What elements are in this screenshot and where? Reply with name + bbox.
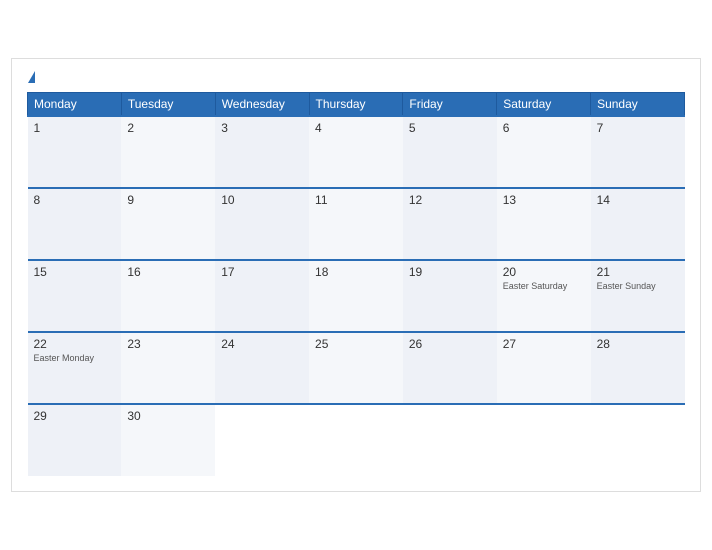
week-row-5: 29 30 bbox=[28, 404, 685, 476]
week-row-1: 1234567 bbox=[28, 116, 685, 188]
day-number: 26 bbox=[409, 337, 491, 351]
calendar-cell: 30 bbox=[121, 404, 215, 476]
day-number: 21 bbox=[597, 265, 679, 279]
day-number: 3 bbox=[221, 121, 303, 135]
calendar-cell: 21 Easter Sunday bbox=[591, 260, 685, 332]
calendar-cell: 8 bbox=[28, 188, 122, 260]
day-number: 8 bbox=[34, 193, 116, 207]
calendar-cell: 5 bbox=[403, 116, 497, 188]
logo-triangle-icon bbox=[28, 71, 35, 83]
weekday-header-row: MondayTuesdayWednesdayThursdayFridaySatu… bbox=[28, 93, 685, 117]
holiday-name: Easter Sunday bbox=[597, 281, 679, 292]
weekday-saturday: Saturday bbox=[497, 93, 591, 117]
day-number: 27 bbox=[503, 337, 585, 351]
day-number: 20 bbox=[503, 265, 585, 279]
day-number: 15 bbox=[34, 265, 116, 279]
calendar-cell: 6 bbox=[497, 116, 591, 188]
holiday-name: Easter Saturday bbox=[503, 281, 585, 292]
day-number: 16 bbox=[127, 265, 209, 279]
calendar-cell bbox=[403, 404, 497, 476]
day-number: 18 bbox=[315, 265, 397, 279]
calendar-cell: 17 bbox=[215, 260, 309, 332]
day-number: 2 bbox=[127, 121, 209, 135]
day-number: 19 bbox=[409, 265, 491, 279]
calendar-cell: 2 bbox=[121, 116, 215, 188]
calendar-grid: MondayTuesdayWednesdayThursdayFridaySatu… bbox=[27, 92, 685, 476]
day-number: 23 bbox=[127, 337, 209, 351]
calendar-cell: 13 bbox=[497, 188, 591, 260]
calendar-cell: 18 bbox=[309, 260, 403, 332]
week-row-3: 15 16 17 18 19 20 Easter Saturday 21 Easter Sund… bbox=[28, 260, 685, 332]
weekday-wednesday: Wednesday bbox=[215, 93, 309, 117]
weekday-monday: Monday bbox=[28, 93, 122, 117]
logo bbox=[27, 69, 35, 82]
day-number: 4 bbox=[315, 121, 397, 135]
calendar-header bbox=[27, 69, 685, 82]
day-number: 5 bbox=[409, 121, 491, 135]
calendar-cell: 20 Easter Saturday bbox=[497, 260, 591, 332]
day-number: 1 bbox=[34, 121, 116, 135]
calendar-cell: 1 bbox=[28, 116, 122, 188]
calendar-cell: 14 bbox=[591, 188, 685, 260]
calendar-cell: 27 bbox=[497, 332, 591, 404]
calendar-cell: 19 bbox=[403, 260, 497, 332]
calendar-cell: 11 bbox=[309, 188, 403, 260]
calendar-cell bbox=[309, 404, 403, 476]
day-number: 24 bbox=[221, 337, 303, 351]
day-number: 22 bbox=[34, 337, 116, 351]
day-number: 29 bbox=[34, 409, 116, 423]
calendar-cell: 25 bbox=[309, 332, 403, 404]
calendar-cell: 15 bbox=[28, 260, 122, 332]
calendar-cell: 22 Easter Monday bbox=[28, 332, 122, 404]
day-number: 13 bbox=[503, 193, 585, 207]
calendar-cell: 28 bbox=[591, 332, 685, 404]
calendar-cell: 26 bbox=[403, 332, 497, 404]
weekday-thursday: Thursday bbox=[309, 93, 403, 117]
day-number: 9 bbox=[127, 193, 209, 207]
calendar-cell bbox=[591, 404, 685, 476]
day-number: 7 bbox=[597, 121, 679, 135]
day-number: 11 bbox=[315, 193, 397, 207]
day-number: 12 bbox=[409, 193, 491, 207]
weekday-tuesday: Tuesday bbox=[121, 93, 215, 117]
calendar-cell: 9 bbox=[121, 188, 215, 260]
weekday-friday: Friday bbox=[403, 93, 497, 117]
holiday-name: Easter Monday bbox=[34, 353, 116, 364]
calendar-cell: 23 bbox=[121, 332, 215, 404]
week-row-4: 22 Easter Monday 23 24 25 26 27 28 bbox=[28, 332, 685, 404]
calendar-cell bbox=[497, 404, 591, 476]
calendar-container: MondayTuesdayWednesdayThursdayFridaySatu… bbox=[11, 58, 701, 492]
calendar-cell: 7 bbox=[591, 116, 685, 188]
weekday-sunday: Sunday bbox=[591, 93, 685, 117]
calendar-cell: 3 bbox=[215, 116, 309, 188]
day-number: 6 bbox=[503, 121, 585, 135]
day-number: 28 bbox=[597, 337, 679, 351]
calendar-cell: 16 bbox=[121, 260, 215, 332]
week-row-2: 89 10 11 12 13 14 bbox=[28, 188, 685, 260]
day-number: 17 bbox=[221, 265, 303, 279]
calendar-cell: 12 bbox=[403, 188, 497, 260]
day-number: 30 bbox=[127, 409, 209, 423]
calendar-cell: 24 bbox=[215, 332, 309, 404]
calendar-cell: 4 bbox=[309, 116, 403, 188]
calendar-cell bbox=[215, 404, 309, 476]
calendar-cell: 10 bbox=[215, 188, 309, 260]
day-number: 14 bbox=[597, 193, 679, 207]
calendar-cell: 29 bbox=[28, 404, 122, 476]
day-number: 25 bbox=[315, 337, 397, 351]
day-number: 10 bbox=[221, 193, 303, 207]
